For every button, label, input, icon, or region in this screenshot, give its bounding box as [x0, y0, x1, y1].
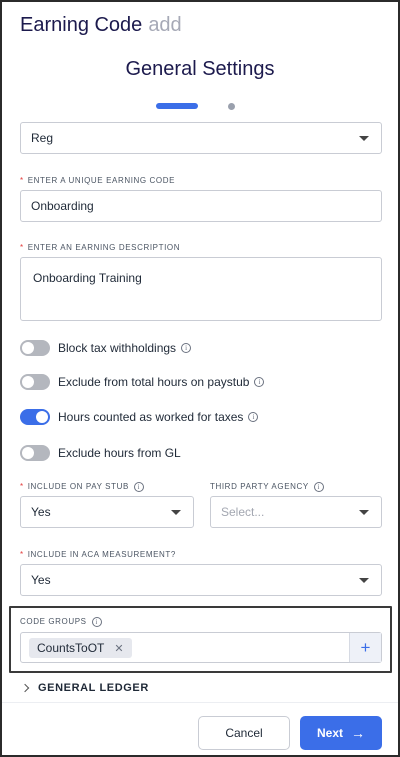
info-icon[interactable]: i	[248, 412, 259, 422]
pay-stub-select[interactable]: Yes	[20, 496, 194, 528]
chevron-down-icon	[171, 510, 181, 515]
third-party-select[interactable]: Select...	[210, 496, 382, 528]
arrow-right-icon: →	[351, 725, 365, 741]
section-title: General Settings	[125, 58, 275, 80]
third-party-label: THIRD PARTY AGENCY i	[210, 482, 324, 492]
hours-worked-taxes-toggle[interactable]	[20, 409, 50, 425]
add-code-group-button[interactable]: +	[349, 633, 381, 662]
pay-stub-label-text: INCLUDE ON PAY STUB	[27, 482, 129, 492]
chevron-down-icon	[359, 136, 369, 141]
exclude-gl-toggle[interactable]	[20, 445, 50, 461]
earning-type-value: Reg	[31, 131, 54, 145]
earning-type-select[interactable]: Reg	[20, 122, 382, 154]
page-title-text: Earning Code	[20, 14, 143, 36]
toggle-knob	[22, 376, 34, 388]
unique-code-label: * ENTER A UNIQUE EARNING CODE	[20, 176, 175, 185]
exclude-gl-label: Exclude hours from GL	[58, 446, 181, 460]
required-marker: *	[20, 482, 24, 492]
aca-value: Yes	[31, 573, 51, 587]
exclude-total-hours-toggle[interactable]	[20, 374, 50, 390]
page-title: Earning Code add	[20, 14, 182, 37]
exclude-total-hours-label: Exclude from total hours on paystub	[58, 375, 250, 389]
description-textarea[interactable]: Onboarding Training	[20, 257, 382, 321]
block-tax-label: Block tax withholdings	[58, 341, 177, 355]
toggle-knob	[36, 411, 48, 423]
required-marker: *	[20, 176, 24, 185]
third-party-label-text: THIRD PARTY AGENCY	[210, 482, 309, 492]
block-tax-toggle[interactable]	[20, 340, 50, 356]
general-ledger-toggle[interactable]: GENERAL LEDGER	[20, 682, 149, 694]
code-groups-input[interactable]: CountsToOT ✕ +	[20, 632, 382, 663]
hours-worked-taxes-label: Hours counted as worked for taxes	[58, 410, 244, 424]
required-marker: *	[20, 550, 24, 559]
code-group-chip-label: CountsToOT	[37, 641, 105, 655]
info-icon[interactable]: i	[313, 482, 324, 492]
aca-label-text: INCLUDE IN ACA MEASUREMENT?	[27, 550, 176, 559]
description-label-text: ENTER AN EARNING DESCRIPTION	[27, 243, 181, 252]
info-icon[interactable]: i	[181, 343, 192, 353]
unique-code-input[interactable]: Onboarding	[20, 190, 382, 222]
toggle-row-hours-worked-taxes: Hours counted as worked for taxes i	[20, 407, 259, 427]
toggle-row-block-tax: Block tax withholdings i	[20, 338, 192, 358]
required-marker: *	[20, 243, 24, 252]
chevron-down-icon	[359, 510, 369, 515]
close-icon[interactable]: ✕	[114, 642, 123, 655]
toggle-knob	[22, 447, 34, 459]
code-groups-label-text: CODE GROUPS	[20, 617, 87, 627]
code-groups-label: CODE GROUPS i	[20, 617, 102, 627]
chevron-right-icon	[20, 683, 30, 693]
next-button-label: Next	[316, 726, 343, 740]
unique-code-value: Onboarding	[31, 199, 94, 213]
step-1-indicator[interactable]	[156, 103, 198, 109]
description-value: Onboarding Training	[33, 271, 142, 285]
toggle-row-exclude-gl: Exclude hours from GL	[20, 443, 181, 463]
dialog-frame: Earning Code add General Settings Reg * EN…	[0, 0, 400, 757]
info-icon[interactable]: i	[133, 482, 144, 492]
info-icon[interactable]: i	[254, 377, 265, 387]
cancel-button[interactable]: Cancel	[198, 716, 290, 750]
cancel-button-label: Cancel	[225, 726, 263, 740]
pay-stub-label: * INCLUDE ON PAY STUB i	[20, 482, 144, 492]
third-party-placeholder: Select...	[221, 505, 265, 519]
toggle-row-exclude-total-hours: Exclude from total hours on paystub i	[20, 372, 265, 392]
code-group-chip: CountsToOT ✕	[29, 638, 132, 658]
page-title-mode: add	[148, 14, 182, 36]
chevron-down-icon	[359, 578, 369, 583]
footer-divider	[2, 702, 398, 703]
unique-code-label-text: ENTER A UNIQUE EARNING CODE	[27, 176, 176, 185]
aca-select[interactable]: Yes	[20, 564, 382, 596]
description-label: * ENTER AN EARNING DESCRIPTION	[20, 243, 180, 252]
toggle-knob	[22, 342, 34, 354]
info-icon[interactable]: i	[91, 617, 102, 627]
next-button[interactable]: Next →	[300, 716, 382, 750]
pay-stub-value: Yes	[31, 505, 51, 519]
step-2-indicator[interactable]	[228, 103, 235, 110]
aca-label: * INCLUDE IN ACA MEASUREMENT?	[20, 550, 176, 559]
general-ledger-label: GENERAL LEDGER	[38, 682, 149, 694]
